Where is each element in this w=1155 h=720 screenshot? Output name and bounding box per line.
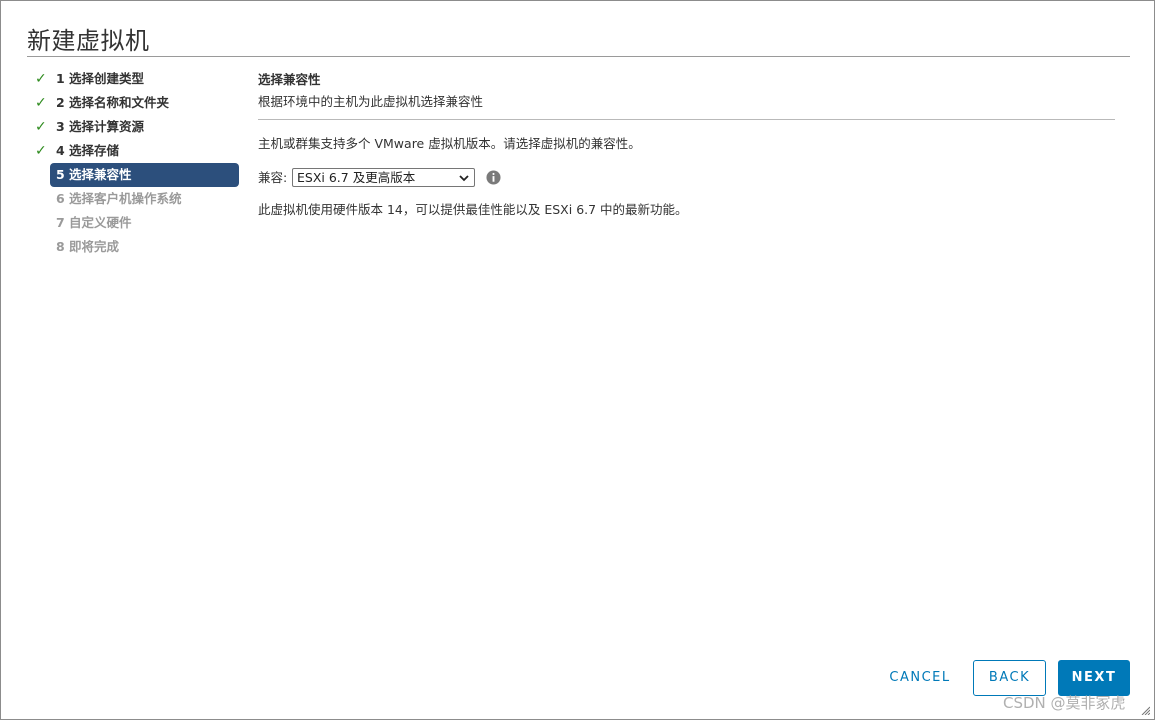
new-vm-wizard-dialog: 新建虚拟机 ✓ 1 选择创建类型 ✓ 2 选择名称和文件夹 ✓ 3 选择计算资源… [0,0,1155,720]
step-content: 选择兼容性 根据环境中的主机为此虚拟机选择兼容性 主机或群集支持多个 VMwar… [258,69,1115,221]
next-button[interactable]: NEXT [1058,660,1130,696]
wizard-steps-nav: ✓ 1 选择创建类型 ✓ 2 选择名称和文件夹 ✓ 3 选择计算资源 ✓ 4 选… [33,67,243,259]
compatibility-selected-value: ESXi 6.7 及更高版本 [297,170,416,185]
step-label: 5 选择兼容性 [56,167,132,182]
check-icon: ✓ [35,143,47,159]
step-select-compute-resource[interactable]: ✓ 3 选择计算资源 [33,115,243,139]
info-icon[interactable] [486,170,501,185]
description-text: 主机或群集支持多个 VMware 虚拟机版本。请选择虚拟机的兼容性。 [258,136,641,151]
hardware-version-note: 此虚拟机使用硬件版本 14，可以提供最佳性能以及 ESXi 6.7 中的最新功能… [258,202,688,217]
step-select-creation-type[interactable]: ✓ 1 选择创建类型 [33,67,243,91]
chevron-down-icon [459,175,469,182]
watermark-text: CSDN @莫非冢虎 [1003,694,1126,712]
dialog-title: 新建虚拟机 [27,27,150,55]
step-customize-hardware: 7 自定义硬件 [33,211,243,235]
section-title: 选择兼容性 [258,72,321,87]
back-button[interactable]: BACK [973,660,1046,696]
step-select-storage[interactable]: ✓ 4 选择存储 [33,139,243,163]
cancel-button[interactable]: CANCEL [880,660,960,696]
step-select-name-and-folder[interactable]: ✓ 2 选择名称和文件夹 [33,91,243,115]
step-ready-to-complete: 8 即将完成 [33,235,243,259]
check-icon: ✓ [35,71,47,87]
section-divider [258,119,1115,120]
step-select-guest-os: 6 选择客户机操作系统 [33,187,243,211]
step-label: 8 即将完成 [56,239,120,254]
section-subtitle: 根据环境中的主机为此虚拟机选择兼容性 [258,94,484,109]
resize-grip-icon[interactable] [1140,705,1150,715]
step-label: 4 选择存储 [56,143,120,158]
title-divider [27,56,1130,57]
step-label: 3 选择计算资源 [56,119,145,134]
step-select-compatibility[interactable]: 5 选择兼容性 [50,163,239,187]
check-icon: ✓ [35,119,47,135]
compatibility-select[interactable]: ESXi 6.7 及更高版本 [292,168,475,187]
compatibility-label: 兼容: [258,170,288,185]
step-label: 6 选择客户机操作系统 [56,191,182,206]
step-label: 7 自定义硬件 [56,215,132,230]
step-label: 2 选择名称和文件夹 [56,95,170,110]
step-label: 1 选择创建类型 [56,71,145,86]
compatibility-row: 兼容: ESXi 6.7 及更高版本 [258,167,1115,189]
check-icon: ✓ [35,95,47,111]
